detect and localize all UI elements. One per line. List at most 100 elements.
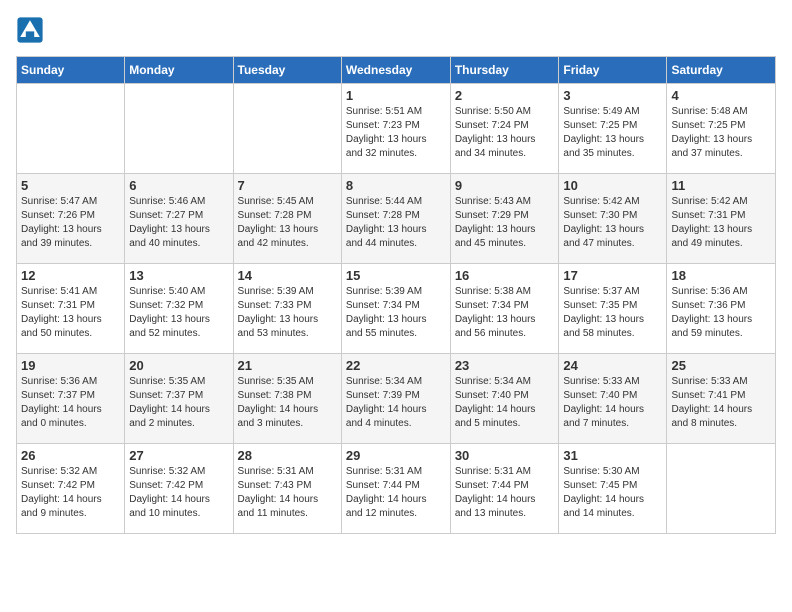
calendar-cell: 3 Sunrise: 5:49 AM Sunset: 7:25 PM Daylig…	[559, 84, 667, 174]
day-info: Sunrise: 5:32 AM Sunset: 7:42 PM Dayligh…	[129, 465, 228, 521]
day-number: 25	[671, 358, 771, 373]
day-info: Sunrise: 5:49 AM Sunset: 7:25 PM Dayligh…	[563, 105, 662, 161]
calendar-cell: 29 Sunrise: 5:31 AM Sunset: 7:44 PM Dayli…	[341, 444, 450, 534]
day-number: 23	[455, 358, 555, 373]
calendar-cell: 13 Sunrise: 5:40 AM Sunset: 7:32 PM Dayli…	[125, 264, 233, 354]
calendar-header-wednesday: Wednesday	[341, 57, 450, 84]
calendar-cell: 10Sunrise: 5:42 AM Sunset: 7:30 PM Dayli…	[559, 174, 667, 264]
calendar-header-thursday: Thursday	[450, 57, 559, 84]
day-number: 10	[563, 178, 662, 193]
calendar-header-friday: Friday	[559, 57, 667, 84]
day-info: Sunrise: 5:37 AM Sunset: 7:35 PM Dayligh…	[563, 285, 662, 341]
day-info: Sunrise: 5:48 AM Sunset: 7:25 PM Dayligh…	[671, 105, 771, 161]
day-number: 7	[238, 178, 337, 193]
day-info: Sunrise: 5:35 AM Sunset: 7:37 PM Dayligh…	[129, 375, 228, 431]
day-number: 6	[129, 178, 228, 193]
calendar-cell	[17, 84, 125, 174]
calendar-header-saturday: Saturday	[667, 57, 776, 84]
calendar-week-3: 12 Sunrise: 5:41 AM Sunset: 7:31 PM Dayli…	[17, 264, 776, 354]
day-number: 14	[238, 268, 337, 283]
calendar-week-2: 5 Sunrise: 5:47 AM Sunset: 7:26 PM Daylig…	[17, 174, 776, 264]
day-number: 17	[563, 268, 662, 283]
day-info: Sunrise: 5:32 AM Sunset: 7:42 PM Dayligh…	[21, 465, 120, 521]
logo	[16, 16, 46, 44]
calendar-cell	[233, 84, 341, 174]
calendar-cell: 22 Sunrise: 5:34 AM Sunset: 7:39 PM Dayli…	[341, 354, 450, 444]
day-info: Sunrise: 5:36 AM Sunset: 7:36 PM Dayligh…	[671, 285, 771, 341]
day-info: Sunrise: 5:39 AM Sunset: 7:33 PM Dayligh…	[238, 285, 337, 341]
day-info: Sunrise: 5:45 AM Sunset: 7:28 PM Dayligh…	[238, 195, 337, 251]
day-number: 27	[129, 448, 228, 463]
day-info: Sunrise: 5:34 AM Sunset: 7:39 PM Dayligh…	[346, 375, 446, 431]
calendar-cell: 17 Sunrise: 5:37 AM Sunset: 7:35 PM Dayli…	[559, 264, 667, 354]
calendar-cell: 9Sunrise: 5:43 AM Sunset: 7:29 PM Daylig…	[450, 174, 559, 264]
calendar-cell: 26 Sunrise: 5:32 AM Sunset: 7:42 PM Dayli…	[17, 444, 125, 534]
day-info: Sunrise: 5:31 AM Sunset: 7:44 PM Dayligh…	[346, 465, 446, 521]
calendar-cell: 2Sunrise: 5:50 AM Sunset: 7:24 PM Daylig…	[450, 84, 559, 174]
calendar-cell: 15Sunrise: 5:39 AM Sunset: 7:34 PM Dayli…	[341, 264, 450, 354]
calendar-cell: 1Sunrise: 5:51 AM Sunset: 7:23 PM Daylig…	[341, 84, 450, 174]
calendar-cell: 27 Sunrise: 5:32 AM Sunset: 7:42 PM Dayli…	[125, 444, 233, 534]
day-number: 5	[21, 178, 120, 193]
calendar-cell: 8 Sunrise: 5:44 AM Sunset: 7:28 PM Daylig…	[341, 174, 450, 264]
calendar-cell: 20 Sunrise: 5:35 AM Sunset: 7:37 PM Dayli…	[125, 354, 233, 444]
day-number: 28	[238, 448, 337, 463]
day-info: Sunrise: 5:34 AM Sunset: 7:40 PM Dayligh…	[455, 375, 555, 431]
day-number: 21	[238, 358, 337, 373]
calendar-cell: 30 Sunrise: 5:31 AM Sunset: 7:44 PM Dayli…	[450, 444, 559, 534]
calendar-cell	[125, 84, 233, 174]
day-number: 20	[129, 358, 228, 373]
day-number: 22	[346, 358, 446, 373]
calendar-cell: 19Sunrise: 5:36 AM Sunset: 7:37 PM Dayli…	[17, 354, 125, 444]
day-info: Sunrise: 5:33 AM Sunset: 7:41 PM Dayligh…	[671, 375, 771, 431]
day-info: Sunrise: 5:44 AM Sunset: 7:28 PM Dayligh…	[346, 195, 446, 251]
calendar-week-4: 19Sunrise: 5:36 AM Sunset: 7:37 PM Dayli…	[17, 354, 776, 444]
calendar-header-tuesday: Tuesday	[233, 57, 341, 84]
calendar-cell: 18Sunrise: 5:36 AM Sunset: 7:36 PM Dayli…	[667, 264, 776, 354]
calendar-cell: 14 Sunrise: 5:39 AM Sunset: 7:33 PM Dayli…	[233, 264, 341, 354]
calendar-week-1: 1Sunrise: 5:51 AM Sunset: 7:23 PM Daylig…	[17, 84, 776, 174]
calendar-header-sunday: Sunday	[17, 57, 125, 84]
day-number: 3	[563, 88, 662, 103]
calendar-cell: 12 Sunrise: 5:41 AM Sunset: 7:31 PM Dayli…	[17, 264, 125, 354]
logo-icon	[16, 16, 44, 44]
day-info: Sunrise: 5:30 AM Sunset: 7:45 PM Dayligh…	[563, 465, 662, 521]
calendar-cell: 21 Sunrise: 5:35 AM Sunset: 7:38 PM Dayli…	[233, 354, 341, 444]
calendar-cell: 11Sunrise: 5:42 AM Sunset: 7:31 PM Dayli…	[667, 174, 776, 264]
day-number: 13	[129, 268, 228, 283]
day-info: Sunrise: 5:40 AM Sunset: 7:32 PM Dayligh…	[129, 285, 228, 341]
header	[16, 16, 776, 44]
calendar-header-monday: Monday	[125, 57, 233, 84]
calendar-cell: 7 Sunrise: 5:45 AM Sunset: 7:28 PM Daylig…	[233, 174, 341, 264]
day-info: Sunrise: 5:41 AM Sunset: 7:31 PM Dayligh…	[21, 285, 120, 341]
calendar-cell: 23 Sunrise: 5:34 AM Sunset: 7:40 PM Dayli…	[450, 354, 559, 444]
calendar-cell: 5 Sunrise: 5:47 AM Sunset: 7:26 PM Daylig…	[17, 174, 125, 264]
day-number: 8	[346, 178, 446, 193]
day-info: Sunrise: 5:47 AM Sunset: 7:26 PM Dayligh…	[21, 195, 120, 251]
day-info: Sunrise: 5:43 AM Sunset: 7:29 PM Dayligh…	[455, 195, 555, 251]
calendar-cell: 16Sunrise: 5:38 AM Sunset: 7:34 PM Dayli…	[450, 264, 559, 354]
day-number: 4	[671, 88, 771, 103]
day-number: 24	[563, 358, 662, 373]
day-number: 29	[346, 448, 446, 463]
day-number: 12	[21, 268, 120, 283]
day-number: 16	[455, 268, 555, 283]
day-info: Sunrise: 5:50 AM Sunset: 7:24 PM Dayligh…	[455, 105, 555, 161]
calendar-cell: 31 Sunrise: 5:30 AM Sunset: 7:45 PM Dayli…	[559, 444, 667, 534]
day-number: 30	[455, 448, 555, 463]
day-info: Sunrise: 5:35 AM Sunset: 7:38 PM Dayligh…	[238, 375, 337, 431]
day-info: Sunrise: 5:31 AM Sunset: 7:43 PM Dayligh…	[238, 465, 337, 521]
day-info: Sunrise: 5:36 AM Sunset: 7:37 PM Dayligh…	[21, 375, 120, 431]
calendar-header-row: SundayMondayTuesdayWednesdayThursdayFrid…	[17, 57, 776, 84]
day-info: Sunrise: 5:31 AM Sunset: 7:44 PM Dayligh…	[455, 465, 555, 521]
calendar-cell: 28 Sunrise: 5:31 AM Sunset: 7:43 PM Dayli…	[233, 444, 341, 534]
day-number: 15	[346, 268, 446, 283]
day-info: Sunrise: 5:46 AM Sunset: 7:27 PM Dayligh…	[129, 195, 228, 251]
calendar-cell: 24Sunrise: 5:33 AM Sunset: 7:40 PM Dayli…	[559, 354, 667, 444]
day-number: 31	[563, 448, 662, 463]
calendar: SundayMondayTuesdayWednesdayThursdayFrid…	[16, 56, 776, 534]
calendar-cell: 4 Sunrise: 5:48 AM Sunset: 7:25 PM Daylig…	[667, 84, 776, 174]
day-number: 26	[21, 448, 120, 463]
calendar-cell: 25 Sunrise: 5:33 AM Sunset: 7:41 PM Dayli…	[667, 354, 776, 444]
day-info: Sunrise: 5:42 AM Sunset: 7:31 PM Dayligh…	[671, 195, 771, 251]
